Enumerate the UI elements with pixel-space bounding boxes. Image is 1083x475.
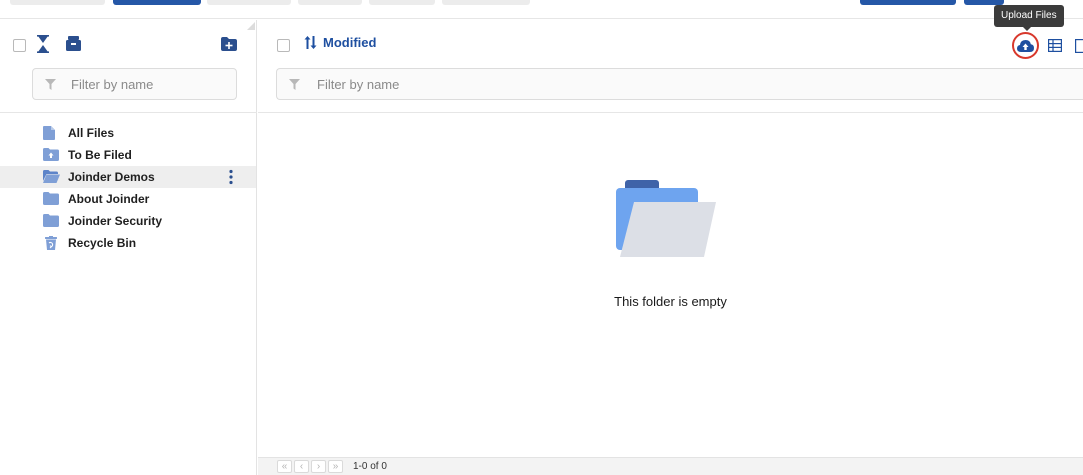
sidebar-filter[interactable] xyxy=(32,68,237,100)
upload-files-button[interactable] xyxy=(1012,32,1039,59)
tree-item-about-joinder[interactable]: About Joinder xyxy=(0,188,256,210)
resize-grip-icon[interactable] xyxy=(247,22,255,30)
sort-arrows-icon xyxy=(304,36,317,49)
tree-item-joinder-security[interactable]: Joinder Security xyxy=(0,210,256,232)
top-tab-stub[interactable] xyxy=(298,0,362,5)
sidebar-toolbar xyxy=(0,20,257,68)
top-tab-stub[interactable] xyxy=(369,0,435,5)
top-tab-stub[interactable] xyxy=(442,0,530,5)
file-icon xyxy=(43,126,55,140)
top-tab-stub[interactable] xyxy=(207,0,291,5)
empty-state xyxy=(258,170,1083,262)
top-tab-stub[interactable] xyxy=(10,0,105,5)
tree-item-label: Joinder Demos xyxy=(68,170,155,184)
empty-state-message: This folder is empty xyxy=(614,294,727,309)
sort-label: Modified xyxy=(323,35,377,50)
folder-tree: All Files To Be Filed Joinder Demos Abou… xyxy=(0,122,256,254)
upload-tooltip: Upload Files xyxy=(994,5,1064,31)
sidebar-filter-input[interactable] xyxy=(71,69,231,99)
empty-folder-icon xyxy=(615,180,716,257)
cloud-upload-icon xyxy=(1017,40,1034,52)
file-filter-input[interactable] xyxy=(317,69,1057,99)
tree-item-label: Recycle Bin xyxy=(68,236,137,250)
sidebar-divider xyxy=(0,112,257,113)
top-tab-stub-active[interactable] xyxy=(113,0,201,5)
file-list-toolbar: Modified Upload Files xyxy=(258,5,1083,68)
recycle-bin-icon xyxy=(45,236,57,250)
open-folder-icon xyxy=(43,170,60,183)
prev-page-button[interactable]: ‹ xyxy=(294,460,309,473)
next-page-button[interactable]: › xyxy=(311,460,326,473)
folder-icon xyxy=(43,214,59,227)
tree-item-label: Joinder Security xyxy=(68,214,163,228)
filter-icon xyxy=(289,79,300,90)
upload-folder-icon xyxy=(43,148,59,161)
new-folder-icon[interactable] xyxy=(221,37,237,51)
top-button-stub[interactable] xyxy=(860,0,956,5)
pagination-count: 1-0 of 0 xyxy=(353,461,387,472)
tree-item-recycle-bin[interactable]: Recycle Bin xyxy=(0,232,256,254)
filter-icon xyxy=(45,79,56,90)
hourglass-icon[interactable] xyxy=(37,35,49,53)
first-page-button[interactable]: « xyxy=(277,460,292,473)
sort-button[interactable]: Modified xyxy=(304,35,376,50)
file-list-divider xyxy=(258,112,1083,113)
folder-sidebar: All Files To Be Filed Joinder Demos Abou… xyxy=(0,20,257,475)
top-toolbar-strip xyxy=(0,0,1083,19)
pagination-bar: « ‹ › » 1-0 of 0 xyxy=(258,457,1083,475)
select-all-files-checkbox[interactable] xyxy=(277,39,290,52)
folder-icon xyxy=(43,192,59,205)
last-page-button[interactable]: » xyxy=(328,460,343,473)
tree-item-all-files[interactable]: All Files xyxy=(0,122,256,144)
select-all-checkbox[interactable] xyxy=(13,39,26,52)
tree-item-joinder-demos[interactable]: Joinder Demos xyxy=(0,166,256,188)
tree-item-label: About Joinder xyxy=(68,192,150,206)
kebab-menu-icon[interactable] xyxy=(226,169,236,185)
file-filter[interactable] xyxy=(276,68,1083,100)
tree-item-to-be-filed[interactable]: To Be Filed xyxy=(0,144,256,166)
tree-item-label: All Files xyxy=(68,126,115,140)
table-view-icon[interactable] xyxy=(1048,39,1062,52)
file-list-panel: Modified Upload Files This folder is emp… xyxy=(258,5,1083,475)
panel-view-icon[interactable] xyxy=(1075,39,1083,53)
archive-box-icon[interactable] xyxy=(66,36,81,51)
tree-item-label: To Be Filed xyxy=(68,148,132,162)
